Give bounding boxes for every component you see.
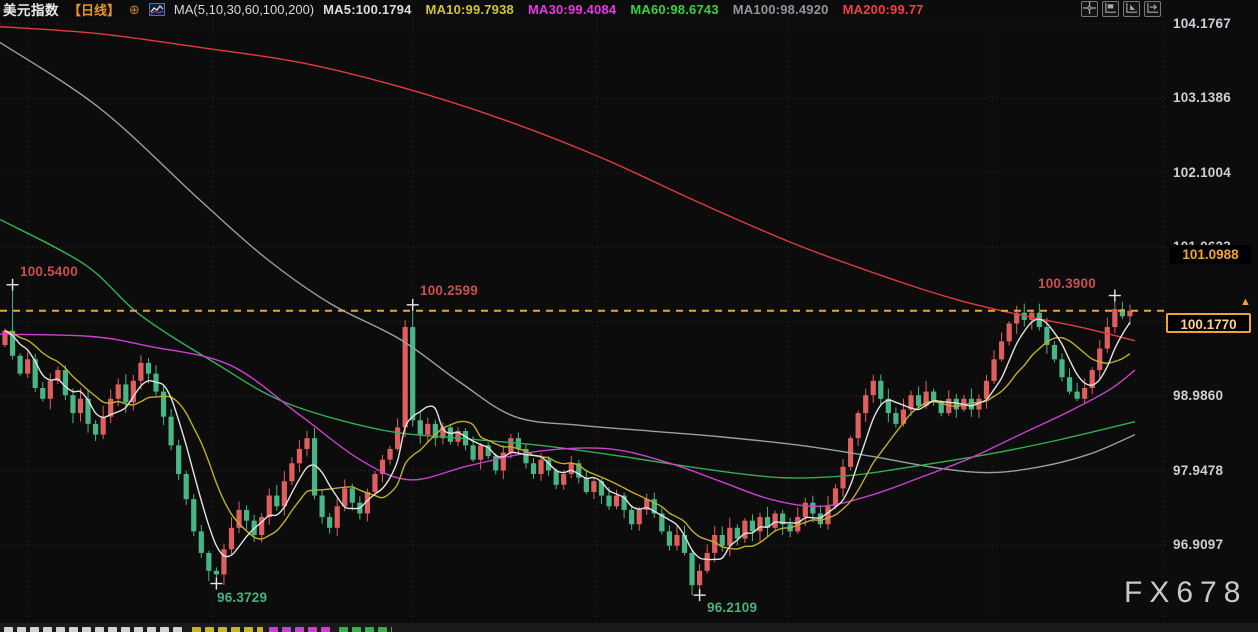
clipped-legend-fragment — [257, 627, 263, 632]
ma-legend-value: MA5:100.1794 — [323, 2, 411, 17]
clipped-legend-fragment — [56, 627, 65, 632]
clipped-legend-fragment — [192, 627, 201, 632]
clipped-legend-fragment — [244, 627, 253, 632]
bottom-indicator-strip — [0, 623, 1258, 632]
chart-flag-left-tool-icon — [1104, 2, 1117, 17]
ma10-line — [5, 331, 1130, 549]
y-axis-tick: 97.9478 — [1173, 463, 1253, 478]
clipped-legend-fragment — [30, 627, 39, 632]
extreme-price-annotation: 100.5400 — [20, 264, 78, 279]
ma-legend-value: MA100:98.4920 — [733, 2, 829, 17]
clipped-legend-fragment — [121, 627, 130, 632]
clipped-legend-fragment — [69, 627, 78, 632]
chart-header: 美元指数 【日线】 ⊕ MA(5,10,30,60,100,200) MA5:1… — [3, 1, 924, 17]
ma-legend-values: MA5:100.1794 MA10:99.7938 MA30:99.4084 MA60… — [323, 2, 923, 17]
add-indicator-icon[interactable]: ⊕ — [129, 3, 140, 16]
ma-legend-value: MA10:99.7938 — [426, 2, 514, 17]
clipped-legend-fragment — [17, 627, 26, 632]
candles — [2, 285, 1132, 596]
clipped-legend-fragment — [295, 627, 304, 632]
clipped-legend-fragment — [231, 627, 240, 632]
y-axis-tick: 104.1767 — [1173, 16, 1253, 31]
symbol-title: 美元指数 — [3, 0, 59, 19]
y-axis-tick: 102.1004 — [1173, 165, 1253, 180]
clipped-legend-fragment — [134, 627, 143, 632]
y-axis-tick: 96.9097 — [1173, 537, 1253, 552]
crosshair-tool-icon — [1083, 2, 1096, 17]
clipped-legend-fragment — [43, 627, 52, 632]
clipped-legend-fragment — [365, 627, 374, 632]
chart-export-tool-button[interactable] — [1144, 1, 1161, 17]
clipped-legend-fragment — [173, 627, 182, 632]
clipped-legend-fragment — [218, 627, 227, 632]
extreme-cross-marker — [7, 279, 19, 291]
chart-thumbnail-icon[interactable] — [149, 3, 165, 16]
extreme-cross-marker — [210, 578, 222, 590]
chart-window: 美元指数 【日线】 ⊕ MA(5,10,30,60,100,200) MA5:1… — [0, 0, 1258, 632]
watermark: FX678 — [1124, 576, 1247, 610]
clipped-legend-fragment — [95, 627, 104, 632]
clipped-legend-fragment — [160, 627, 169, 632]
period-label: 【日线】 — [68, 0, 120, 19]
extreme-price-annotation: 96.2109 — [707, 600, 757, 615]
clipped-legend-fragment — [391, 627, 392, 632]
clipped-legend-fragment — [269, 627, 278, 632]
clipped-legend-fragment — [352, 627, 361, 632]
ma5-line — [5, 319, 1130, 559]
price-up-arrow-icon: ▲ — [1240, 297, 1251, 308]
clipped-legend-fragment — [82, 627, 91, 632]
clipped-legend-fragment — [378, 627, 387, 632]
clipped-legend-fragment — [282, 627, 291, 632]
clipped-legend-fragment — [4, 627, 13, 632]
ma-group-label: MA(5,10,30,60,100,200) — [174, 2, 314, 17]
clipped-legend-fragment — [321, 627, 330, 632]
grid — [0, 16, 1168, 623]
extreme-cross-marker — [407, 299, 419, 311]
ma-legend-value: MA60:98.6743 — [630, 2, 718, 17]
y-axis-tick: 103.1386 — [1173, 90, 1253, 105]
candlestick-chart[interactable] — [0, 0, 1258, 632]
chart-export-tool-icon — [1146, 2, 1159, 17]
clipped-legend-fragment — [147, 627, 156, 632]
high-price-marker: 101.0988 — [1170, 245, 1251, 264]
extreme-cross-marker — [694, 589, 706, 601]
chart-play-tool-icon — [1125, 2, 1138, 17]
chart-toolbar — [1081, 1, 1161, 17]
extreme-price-annotation: 100.3900 — [1038, 276, 1096, 291]
clipped-legend-fragment — [108, 627, 117, 632]
ma200-line — [0, 27, 1135, 341]
extreme-price-annotation: 96.3729 — [217, 590, 267, 605]
chart-play-tool-button[interactable] — [1123, 1, 1140, 17]
clipped-legend-fragment — [308, 627, 317, 632]
ma-legend-value: MA30:99.4084 — [528, 2, 616, 17]
crosshair-tool-button[interactable] — [1081, 1, 1098, 17]
current-price-tag: 100.1770 — [1166, 313, 1251, 333]
ma-legend-value: MA200:99.77 — [843, 2, 924, 17]
chart-flag-left-tool-button[interactable] — [1102, 1, 1119, 17]
clipped-legend-fragment — [339, 627, 348, 632]
y-axis-tick: 98.9860 — [1173, 388, 1253, 403]
clipped-legend-fragment — [205, 627, 214, 632]
extreme-cross-marker — [1109, 290, 1121, 302]
extreme-price-annotation: 100.2599 — [420, 283, 478, 298]
